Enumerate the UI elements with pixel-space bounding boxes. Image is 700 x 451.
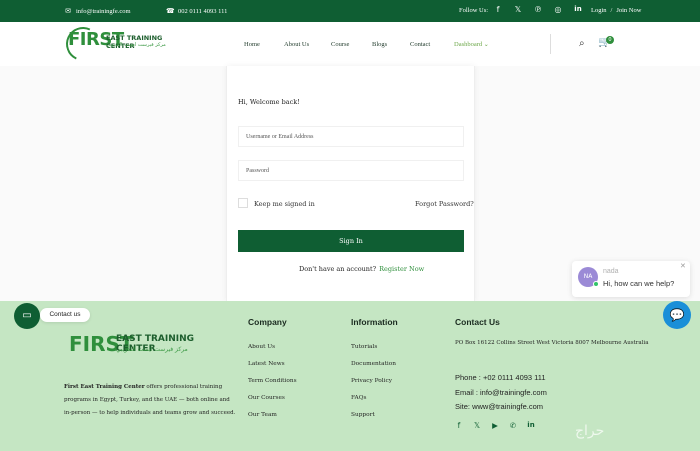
footer-phone[interactable]: Phone : +02 0111 4093 111	[455, 373, 546, 382]
facebook-icon[interactable]: f	[455, 421, 463, 430]
auth-divider: /	[610, 7, 613, 14]
watermark: حراج	[575, 423, 605, 439]
chat-bubble-icon: ▭	[22, 310, 32, 321]
register-link[interactable]: Register Now	[379, 265, 424, 273]
close-icon[interactable]: ✕	[680, 262, 686, 270]
chat-icon: 💬	[669, 308, 685, 322]
search-icon[interactable]: ⌕	[579, 38, 585, 49]
top-bar: ✉ info@trainingfe.com ☎ 002 0111 4093 11…	[0, 0, 700, 22]
auth-links: Login / Join Now	[591, 7, 641, 14]
topbar-phone-text: 002 0111 4093 111	[178, 7, 228, 15]
footer-link-courses[interactable]: Our Courses	[248, 395, 285, 401]
welcome-text: Hi, Welcome back!	[238, 98, 300, 106]
facebook-icon[interactable]: f	[493, 5, 503, 14]
footer-link-tutorials[interactable]: Tutorials	[351, 344, 377, 350]
footer-desc-bold: First East Training Center	[64, 384, 145, 390]
chat-message: Hi, how can we help?	[603, 279, 675, 288]
chat-launcher-button[interactable]: 💬	[663, 301, 691, 329]
footer-site[interactable]: Site: www@trainingfe.com	[455, 402, 543, 411]
logo-arabic: مركز فيرست ايست التدريبي	[106, 42, 166, 48]
linkedin-icon[interactable]: in	[527, 421, 535, 430]
instagram-icon[interactable]: ◎	[553, 5, 563, 14]
footer-description: First East Training Center offers profes…	[64, 381, 236, 420]
youtube-icon[interactable]: ▶	[491, 421, 499, 430]
keep-signed-checkbox[interactable]	[238, 198, 248, 208]
forgot-password-link[interactable]: Forgot Password?	[415, 200, 474, 208]
footer-link-faqs[interactable]: FAQs	[351, 395, 366, 401]
footer-company-title: Company	[248, 317, 287, 327]
contact-widget-button[interactable]: ▭	[14, 303, 40, 329]
nav-about[interactable]: About Us	[284, 41, 309, 48]
footer-link-terms[interactable]: Term Conditions	[248, 378, 297, 384]
site-header: FIRST EAST TRAINING CENTER مركز فيرست اي…	[0, 22, 700, 66]
phone-icon: ☎	[166, 7, 175, 15]
footer-social: f 𝕏 ▶ ✆ in	[455, 421, 535, 430]
footer-link-news[interactable]: Latest News	[248, 361, 285, 367]
login-card: Hi, Welcome back! Username or Email Addr…	[226, 66, 475, 301]
nav-dashboard[interactable]: Dashboard ⌄	[454, 41, 489, 48]
follow-label-text: Follow Us:	[459, 7, 489, 14]
nav-contact[interactable]: Contact	[410, 41, 430, 48]
footer-information-title: Information	[351, 317, 398, 327]
chevron-down-icon: ⌄	[483, 41, 489, 48]
x-icon[interactable]: 𝕏	[513, 5, 523, 14]
site-logo[interactable]: FIRST EAST TRAINING CENTER مركز فيرست اي…	[61, 22, 178, 66]
footer-link-privacy[interactable]: Privacy Policy	[351, 378, 392, 384]
mail-icon: ✉	[65, 7, 71, 15]
footer-logo-arabic: مركز فيرست ايست التدريبي	[116, 346, 188, 353]
no-account-text: Don't have an account?	[299, 265, 377, 273]
no-account-row: Don't have an account? Register Now	[299, 265, 424, 273]
chat-popup[interactable]: NA nada Hi, how can we help? ✕	[572, 261, 690, 297]
chat-agent-name: nada	[603, 268, 619, 275]
header-divider	[550, 34, 551, 54]
cart-badge: 0	[606, 36, 614, 44]
username-field[interactable]: Username or Email Address	[238, 126, 464, 147]
x-icon[interactable]: 𝕏	[473, 421, 481, 430]
footer-logo[interactable]: FIRST EAST TRAINING CENTER مركز فيرست اي…	[69, 332, 229, 372]
nav-home[interactable]: Home	[244, 41, 260, 48]
nav-dashboard-label: Dashboard	[454, 41, 483, 48]
topbar-email[interactable]: ✉ info@trainingfe.com	[64, 7, 131, 15]
join-link[interactable]: Join Now	[616, 7, 641, 14]
footer-address: PO Box 16122 Collins Street West Victori…	[455, 340, 649, 346]
follow-label: Follow Us:	[459, 7, 488, 14]
topbar-email-text: info@trainingfe.com	[76, 7, 131, 15]
whatsapp-icon[interactable]: ✆	[509, 421, 517, 430]
footer-link-about[interactable]: About Us	[248, 344, 275, 350]
footer-link-documentation[interactable]: Documentation	[351, 361, 396, 367]
topbar-social: f 𝕏 ℗ ◎ in	[493, 5, 583, 14]
login-link[interactable]: Login	[591, 7, 607, 14]
footer-link-support[interactable]: Support	[351, 412, 375, 418]
linkedin-icon[interactable]: in	[573, 5, 583, 14]
online-status-icon	[593, 281, 599, 287]
topbar-phone[interactable]: ☎ 002 0111 4093 111	[166, 7, 227, 15]
footer-contact-title: Contact Us	[455, 317, 500, 327]
pinterest-icon[interactable]: ℗	[533, 5, 543, 14]
password-field[interactable]: Password	[238, 160, 464, 181]
footer-email[interactable]: Email : info@trainingfe.com	[455, 388, 547, 397]
nav-course[interactable]: Course	[331, 41, 349, 48]
nav-blogs[interactable]: Blogs	[372, 41, 387, 48]
footer-link-team[interactable]: Our Team	[248, 412, 277, 418]
keep-signed-label: Keep me signed in	[254, 200, 315, 208]
contact-widget-label[interactable]: Contact us	[40, 308, 90, 322]
sign-in-button[interactable]: Sign In	[238, 230, 464, 252]
